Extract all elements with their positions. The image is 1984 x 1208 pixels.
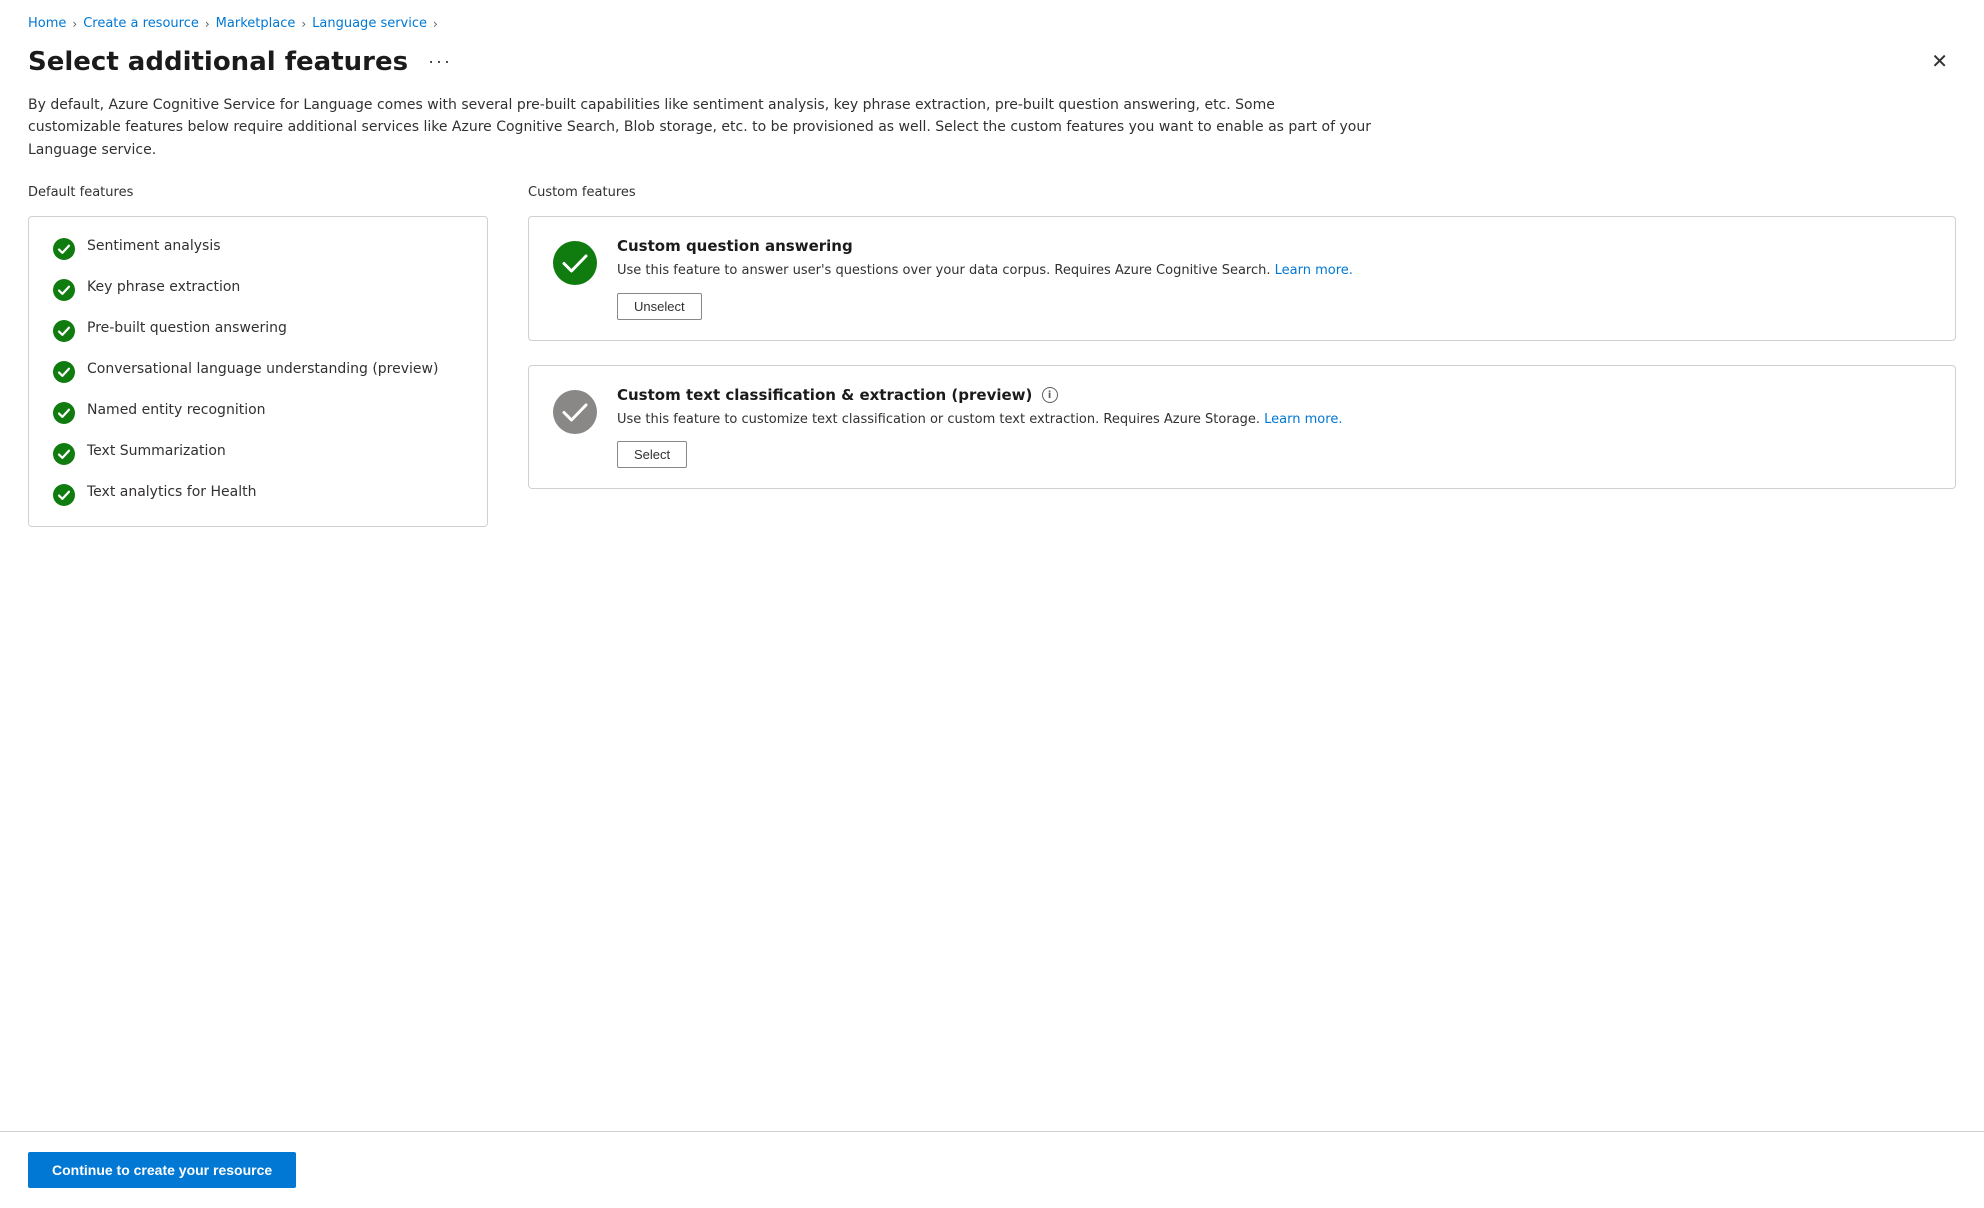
feature-name-summarization: Text Summarization bbox=[87, 442, 226, 462]
check-icon-prebuilt bbox=[53, 320, 75, 342]
more-options-button[interactable]: ··· bbox=[420, 47, 460, 76]
breadcrumb-marketplace[interactable]: Marketplace bbox=[216, 16, 296, 31]
card-content-question-answering: Custom question answering Use this featu… bbox=[617, 237, 1931, 320]
check-icon-summarization bbox=[53, 443, 75, 465]
card-custom-text-classification: Custom text classification & extraction … bbox=[528, 365, 1956, 490]
breadcrumb-create-resource[interactable]: Create a resource bbox=[83, 16, 199, 31]
feature-item-keyphrase: Key phrase extraction bbox=[53, 278, 463, 301]
breadcrumb-sep-4: › bbox=[433, 17, 438, 31]
feature-name-sentiment: Sentiment analysis bbox=[87, 237, 221, 257]
page-container: Home › Create a resource › Marketplace ›… bbox=[0, 0, 1984, 1208]
page-description: By default, Azure Cognitive Service for … bbox=[0, 94, 1400, 185]
select-button-text-classification[interactable]: Select bbox=[617, 441, 687, 468]
left-column: Default features Sentiment analysis Key … bbox=[28, 185, 488, 527]
card-icon-text-classification bbox=[553, 390, 597, 434]
card-desc-question-answering: Use this feature to answer user's questi… bbox=[617, 261, 1931, 281]
footer: Continue to create your resource bbox=[0, 1131, 1984, 1208]
feature-item-prebuilt: Pre-built question answering bbox=[53, 319, 463, 342]
right-column: Custom features Custom question answerin… bbox=[528, 185, 1956, 527]
card-desc-text-classification-text: Use this feature to customize text class… bbox=[617, 412, 1264, 427]
breadcrumb: Home › Create a resource › Marketplace ›… bbox=[0, 0, 1984, 41]
feature-name-health: Text analytics for Health bbox=[87, 483, 256, 503]
card-icon-question-answering bbox=[553, 241, 597, 285]
breadcrumb-sep-1: › bbox=[72, 17, 77, 31]
feature-item-sentiment: Sentiment analysis bbox=[53, 237, 463, 260]
check-icon-ner bbox=[53, 402, 75, 424]
page-title: Select additional features bbox=[28, 47, 408, 77]
feature-name-prebuilt: Pre-built question answering bbox=[87, 319, 287, 339]
breadcrumb-language-service[interactable]: Language service bbox=[312, 16, 427, 31]
unselect-button-question-answering[interactable]: Unselect bbox=[617, 293, 702, 320]
info-icon-text-classification[interactable]: i bbox=[1042, 387, 1058, 403]
custom-features-label: Custom features bbox=[528, 185, 1956, 200]
breadcrumb-sep-3: › bbox=[301, 17, 306, 31]
default-features-box: Sentiment analysis Key phrase extraction… bbox=[28, 216, 488, 527]
card-learn-more-text-classification[interactable]: Learn more. bbox=[1264, 412, 1342, 427]
check-icon-keyphrase bbox=[53, 279, 75, 301]
breadcrumb-sep-2: › bbox=[205, 17, 210, 31]
feature-name-ner: Named entity recognition bbox=[87, 401, 266, 421]
card-desc-text-classification: Use this feature to customize text class… bbox=[617, 410, 1931, 430]
continue-button[interactable]: Continue to create your resource bbox=[28, 1152, 296, 1188]
card-title-text-classification-text: Custom text classification & extraction … bbox=[617, 386, 1032, 404]
feature-item-summarization: Text Summarization bbox=[53, 442, 463, 465]
default-features-label: Default features bbox=[28, 185, 488, 200]
breadcrumb-home[interactable]: Home bbox=[28, 16, 66, 31]
feature-name-keyphrase: Key phrase extraction bbox=[87, 278, 240, 298]
card-title-text-classification: Custom text classification & extraction … bbox=[617, 386, 1931, 404]
feature-item-ner: Named entity recognition bbox=[53, 401, 463, 424]
feature-name-conv-lang: Conversational language understanding (p… bbox=[87, 360, 438, 380]
close-button[interactable]: ✕ bbox=[1923, 45, 1956, 78]
feature-item-health: Text analytics for Health bbox=[53, 483, 463, 506]
card-custom-question-answering: Custom question answering Use this featu… bbox=[528, 216, 1956, 341]
feature-item-conv-lang: Conversational language understanding (p… bbox=[53, 360, 463, 383]
check-icon-sentiment bbox=[53, 238, 75, 260]
card-learn-more-question-answering[interactable]: Learn more. bbox=[1275, 263, 1353, 278]
card-desc-text-question-answering: Use this feature to answer user's questi… bbox=[617, 263, 1275, 278]
header-left: Select additional features ··· bbox=[28, 47, 460, 77]
page-header: Select additional features ··· ✕ bbox=[0, 41, 1984, 94]
content-area: Default features Sentiment analysis Key … bbox=[0, 185, 1984, 527]
card-title-question-answering: Custom question answering bbox=[617, 237, 1931, 255]
card-content-text-classification: Custom text classification & extraction … bbox=[617, 386, 1931, 469]
check-icon-health bbox=[53, 484, 75, 506]
check-icon-conv-lang bbox=[53, 361, 75, 383]
